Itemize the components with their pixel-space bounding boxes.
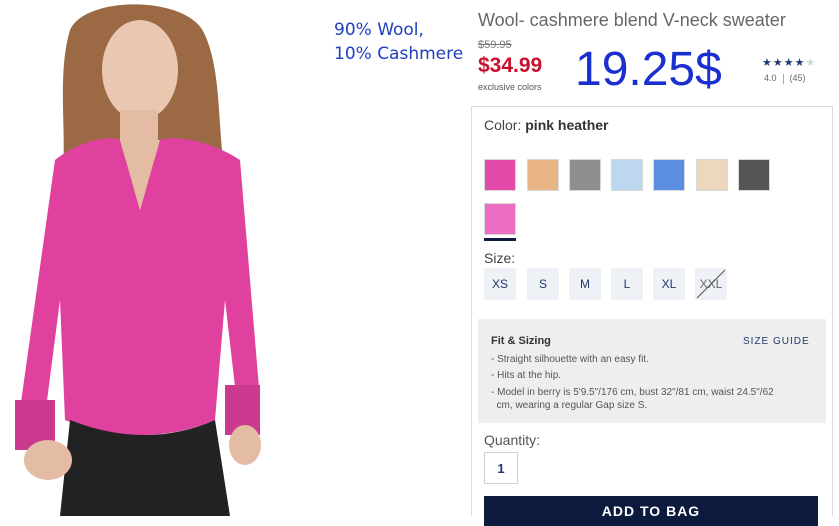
star-icon: ★ — [772, 57, 784, 69]
size-option-label: L — [623, 277, 631, 291]
size-option-xxl[interactable]: XXL — [695, 268, 727, 300]
fit-sizing-title: Fit & Sizing — [491, 335, 551, 347]
color-swatch[interactable] — [484, 159, 516, 191]
star-icon: ★ — [783, 57, 795, 69]
exclusive-colors-note: exclusive colors — [478, 82, 542, 92]
divider — [782, 73, 784, 84]
color-label-text: Color: — [484, 117, 522, 133]
color-swatch[interactable] — [738, 159, 770, 191]
quantity-field[interactable]: 1 — [484, 452, 518, 484]
star-icon: ★ — [794, 57, 806, 69]
review-count: (45) — [789, 73, 806, 83]
sale-price: $34.99 — [478, 54, 543, 77]
star-empty-icon: ★ — [805, 57, 817, 69]
annotation-fabric-line2: 10% Cashmere — [334, 44, 464, 64]
star-rating[interactable]: ★★★★★ — [762, 56, 816, 69]
size-guide-link[interactable]: SIZE GUIDE — [743, 336, 810, 347]
size-option-label: S — [538, 277, 547, 291]
add-to-bag-button[interactable]: ADD TO BAG — [484, 496, 818, 526]
color-swatch[interactable] — [696, 159, 728, 191]
color-swatch[interactable] — [527, 159, 559, 191]
size-option-label: XS — [491, 277, 508, 291]
product-title: Wool- cashmere blend V-neck sweater — [478, 10, 786, 30]
color-swatch[interactable] — [484, 203, 516, 235]
size-option-label: XL — [661, 277, 677, 291]
size-option-s[interactable]: S — [527, 268, 559, 300]
fit-bullet: cm, wearing a regular Gap size S. — [491, 400, 648, 411]
annotation-fabric-line1: 90% Wool, — [334, 20, 424, 40]
selected-color-name: pink heather — [525, 117, 609, 133]
fit-bullet: - Straight silhouette with an easy fit. — [491, 354, 649, 365]
size-label: Size: — [484, 250, 516, 266]
fit-bullet: - Model in berry is 5'9.5"/176 cm, bust … — [491, 387, 774, 398]
quantity-label: Quantity: — [484, 432, 541, 448]
unavailable-strike-icon — [696, 269, 726, 299]
original-price: $59.95 — [478, 39, 512, 51]
star-icon: ★ — [762, 57, 773, 69]
product-photo — [0, 0, 300, 516]
annotation-price: 19.25$ — [575, 43, 722, 96]
size-option-l[interactable]: L — [611, 268, 643, 300]
selected-swatch-indicator — [484, 238, 516, 241]
rating-summary[interactable]: 4.0 (45) — [764, 73, 806, 84]
color-swatch[interactable] — [653, 159, 685, 191]
size-option-xl[interactable]: XL — [653, 268, 685, 300]
size-option-m[interactable]: M — [569, 268, 601, 300]
fit-bullet: - Hits at the hip. — [491, 370, 562, 381]
size-option-label: M — [580, 277, 590, 291]
color-swatch[interactable] — [569, 159, 601, 191]
color-label: Color: pink heather — [484, 117, 609, 133]
rating-value: 4.0 — [764, 73, 777, 83]
color-swatch[interactable] — [611, 159, 643, 191]
product-options-panel — [471, 106, 833, 516]
size-option-xs[interactable]: XS — [484, 268, 516, 300]
